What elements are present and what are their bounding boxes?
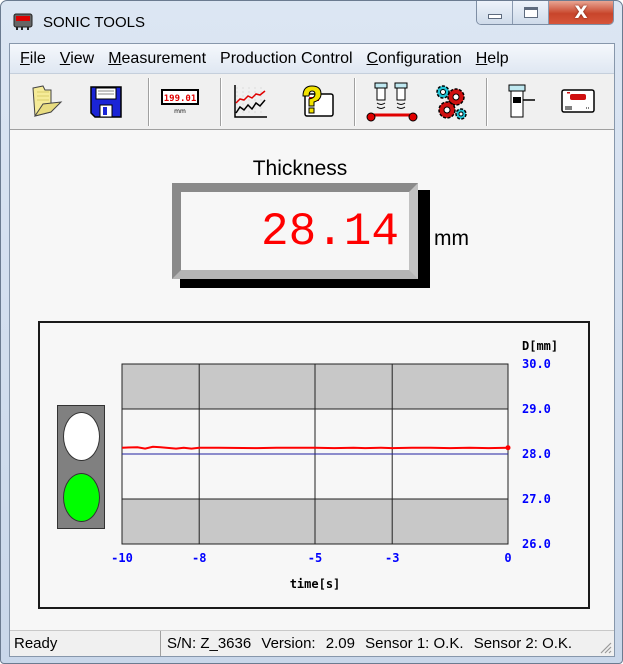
menu-accel: C: [366, 49, 379, 67]
device-help-icon: [302, 85, 334, 117]
status-info-pane: S/N: Z_3636 Version: 2.09 Sensor 1: O.K.…: [160, 631, 578, 656]
device-help-button[interactable]: [294, 80, 338, 124]
menu-view[interactable]: View: [54, 50, 102, 68]
app-icon: [13, 13, 33, 30]
y-axis-label: D[mm]: [522, 339, 558, 353]
menu-label: ile: [29, 49, 46, 67]
configuration-button[interactable]: [430, 80, 474, 124]
title-bar[interactable]: SONIC TOOLS X: [1, 1, 622, 43]
x-tick-label: -5: [308, 551, 322, 565]
measurement-unit: mm: [434, 227, 469, 250]
menu-accel: H: [475, 49, 488, 67]
resize-grip-icon[interactable]: [598, 640, 612, 654]
status-version: 2.09: [325, 635, 355, 652]
status-bar: Ready S/N: Z_3636 Version: 2.09 Sensor 1…: [10, 630, 614, 656]
device-button[interactable]: [556, 80, 600, 124]
folder-open-icon: [32, 85, 63, 117]
line-chart-icon: [234, 85, 267, 118]
y-tick-label: 27.0: [522, 492, 551, 506]
minimize-icon: [487, 14, 502, 19]
x-tick-label: -8: [192, 551, 206, 565]
status-sensor1: Sensor 1: O.K.: [365, 635, 464, 652]
ultrasonic-sensor-icon: [508, 84, 535, 118]
y-tick-label: 26.0: [522, 537, 551, 551]
menu-label: Production Control: [220, 49, 353, 67]
menu-accel: F: [20, 49, 30, 67]
status-ready: Ready: [14, 635, 58, 652]
x-tick-label: 0: [504, 551, 511, 565]
menu-file[interactable]: File: [14, 50, 54, 68]
y-tick-label: 29.0: [522, 402, 551, 416]
client-area: File View Measurement Production Control…: [9, 43, 615, 657]
trend-chart-panel: -10 -8 -5 -3 0 30.0 29.0 28.0 27.0 26.0 D[mm] ti…: [38, 321, 590, 609]
menu-accel: V: [59, 49, 71, 67]
maximize-button[interactable]: [513, 1, 549, 24]
menu-accel: M: [108, 49, 122, 67]
close-icon: X: [574, 2, 588, 23]
menu-configuration[interactable]: Configuration: [361, 50, 470, 68]
toolbar-separator: [354, 78, 356, 126]
digital-display-button[interactable]: 199.01 mm: [158, 80, 202, 124]
measurement-display: 28.14: [172, 183, 418, 279]
toolbar-separator: [148, 78, 150, 126]
display-icon-unit: mm: [174, 108, 186, 115]
status-serial: S/N: Z_3636: [167, 635, 252, 652]
digital-display-icon: 199.01 mm: [161, 89, 199, 115]
status-sensor2: Sensor 2: O.K.: [473, 635, 573, 652]
floppy-disk-icon: [90, 86, 122, 118]
menu-label: onfiguration: [378, 49, 462, 67]
menu-measurement[interactable]: Measurement: [102, 50, 214, 68]
dual-sensor-conveyor-icon: [366, 82, 418, 122]
menu-help[interactable]: Help: [470, 50, 517, 68]
menu-bar: File View Measurement Production Control…: [10, 44, 614, 74]
toolbar-separator: [486, 78, 488, 126]
menu-production-control[interactable]: Production Control: [214, 50, 361, 68]
menu-label: easurement: [121, 49, 207, 67]
status-version-label: Version:: [261, 635, 316, 652]
close-button[interactable]: X: [549, 1, 613, 24]
minimize-button[interactable]: [477, 1, 513, 24]
app-window: SONIC TOOLS X File View Measurement Prod…: [0, 0, 623, 664]
x-tick-label: -10: [111, 551, 133, 565]
y-tick-label: 28.0: [522, 447, 551, 461]
production-control-button[interactable]: [364, 80, 420, 124]
device-unit-icon: [561, 89, 595, 113]
menu-label: iew: [70, 49, 95, 67]
sensor-button[interactable]: [498, 80, 542, 124]
measurement-label: Thickness: [252, 157, 348, 180]
save-button[interactable]: [84, 80, 128, 124]
measurement-value: 28.14: [260, 206, 399, 258]
toolbar-separator: [220, 78, 222, 126]
display-icon-text: 199.01: [164, 94, 197, 104]
series-endpoint: [505, 445, 511, 451]
window-controls: X: [476, 1, 614, 25]
maximize-icon: [523, 7, 538, 18]
toolbar: 199.01 mm: [10, 74, 614, 130]
measurement-panel: Thickness 28.14 mm -10 -8 -5 -3 0 30.0 29.0 28…: [10, 131, 614, 631]
menu-label: elp: [487, 49, 509, 67]
window-title: SONIC TOOLS: [43, 14, 145, 31]
open-button[interactable]: [24, 80, 68, 124]
y-tick-label: 30.0: [522, 357, 551, 371]
x-tick-label: -3: [385, 551, 399, 565]
trend-chart-button[interactable]: [228, 80, 272, 124]
gears-icon: [436, 85, 467, 120]
x-axis-label: time[s]: [290, 577, 341, 591]
trend-chart: -10 -8 -5 -3 0 30.0 29.0 28.0 27.0 26.0 D[mm] ti…: [111, 339, 558, 591]
